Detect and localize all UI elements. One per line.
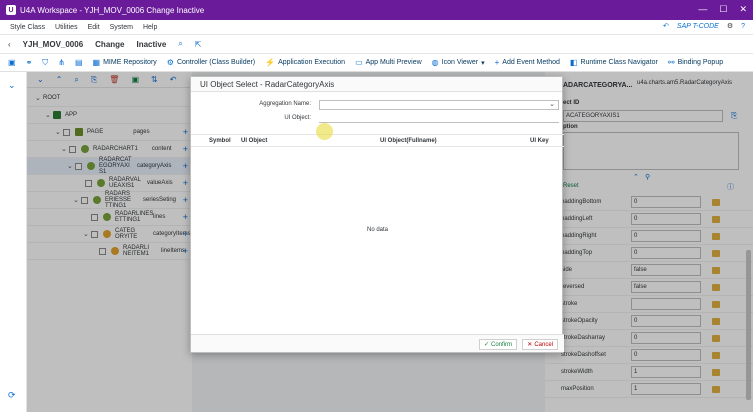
help-icon[interactable]: ? bbox=[741, 23, 745, 30]
expand-icon[interactable]: ⌄ bbox=[8, 80, 16, 91]
menu-edit[interactable]: Edit bbox=[88, 24, 100, 31]
back-icon[interactable]: ‹ bbox=[8, 40, 11, 49]
table-header: Symbol UI Object UI Object(Fullname) UI … bbox=[191, 134, 564, 147]
external-link-icon[interactable]: ⇱ bbox=[195, 40, 202, 49]
chevron-down-icon: ⌄ bbox=[549, 101, 555, 108]
maximize-icon[interactable]: ☐ bbox=[719, 4, 727, 15]
status-label: Inactive bbox=[136, 39, 167, 49]
undo-icon[interactable]: ↶ bbox=[663, 22, 669, 30]
runtime-class-navigator-button[interactable]: ◧ Runtime Class Navigator bbox=[570, 58, 658, 67]
app-id: YJH_MOV_0006 bbox=[22, 39, 84, 49]
menu-bar: Style Class Utilities Edit System Help ↶… bbox=[0, 20, 753, 35]
mime-repository-button[interactable]: ▦ MIME Repository bbox=[93, 58, 157, 67]
dialog-title: UI Object Select - RadarCategoryAxis bbox=[191, 77, 562, 92]
title-bar: U U4A Workspace - YJH_MOV_0006 Change In… bbox=[0, 0, 753, 20]
menu-utilities[interactable]: Utilities bbox=[55, 24, 78, 31]
minimize-icon[interactable]: — bbox=[698, 4, 707, 15]
window-title: U4A Workspace - YJH_MOV_0006 Change Inac… bbox=[20, 5, 205, 15]
refresh-icon[interactable]: ⟳ bbox=[8, 390, 16, 401]
left-sidebar: ⌄ ⟳ bbox=[0, 72, 27, 412]
ui-object-label: UI Object: bbox=[284, 115, 311, 121]
controller-button[interactable]: ⚙ Controller (Class Builder) bbox=[167, 58, 255, 67]
aggregation-name-label: Aggregation Name: bbox=[259, 101, 311, 107]
mouse-cursor-highlight bbox=[316, 123, 333, 140]
app-execution-button[interactable]: ⚡ Application Execution bbox=[265, 58, 345, 67]
shield-icon[interactable]: ⛉ bbox=[42, 58, 48, 68]
settings-icon[interactable]: ⚙ bbox=[727, 22, 733, 30]
app-icon: U bbox=[6, 5, 16, 15]
confirm-button[interactable]: ✓ Confirm bbox=[478, 339, 517, 350]
main-toolbar: ▣ ⚭ ⛉ ⋔ ▤ ▦ MIME Repository ⚙ Controller (… bbox=[0, 54, 753, 72]
col-ui-object-fullname[interactable]: UI Object(Fullname) bbox=[380, 138, 437, 144]
col-ui-key[interactable]: UI Key bbox=[530, 138, 549, 144]
close-icon[interactable]: ✕ bbox=[739, 4, 747, 15]
col-symbol[interactable]: Symbol bbox=[209, 138, 231, 144]
layout-icon[interactable]: ▣ bbox=[8, 58, 16, 67]
no-data-text: No data bbox=[366, 227, 388, 233]
sap-tcode-label[interactable]: SAP T-CODE bbox=[677, 23, 719, 30]
ui-object-input[interactable] bbox=[319, 113, 559, 123]
menu-style-class[interactable]: Style Class bbox=[10, 24, 45, 31]
menu-help[interactable]: Help bbox=[143, 24, 157, 31]
cancel-button[interactable]: ✕ Cancel bbox=[522, 339, 558, 350]
save-icon[interactable]: ▤ bbox=[75, 58, 83, 67]
binding-popup-button[interactable]: ⚯ Binding Popup bbox=[668, 58, 723, 67]
add-event-method-button[interactable]: + Add Event Method bbox=[495, 58, 560, 67]
menu-system[interactable]: System bbox=[110, 24, 133, 31]
col-ui-object[interactable]: UI Object bbox=[241, 138, 267, 144]
binoculars-icon[interactable]: ⌕ bbox=[178, 39, 182, 49]
icon-viewer-button[interactable]: ◍ Icon Viewer ▾ bbox=[432, 58, 485, 67]
header-bar: ‹ YJH_MOV_0006 Change Inactive ⌕ ⇱ bbox=[0, 35, 753, 54]
ui-object-select-dialog: UI Object Select - RadarCategoryAxis Agg… bbox=[190, 76, 564, 353]
tree-icon[interactable]: ⋔ bbox=[58, 58, 65, 67]
link-icon[interactable]: ⚭ bbox=[26, 58, 33, 67]
dialog-footer: ✓ Confirm ✕ Cancel bbox=[191, 334, 564, 352]
mode-label: Change bbox=[95, 39, 125, 49]
app-multi-preview-button[interactable]: ▭ App Multi Preview bbox=[355, 58, 422, 67]
aggregation-name-select[interactable]: ⌄ bbox=[319, 100, 559, 110]
